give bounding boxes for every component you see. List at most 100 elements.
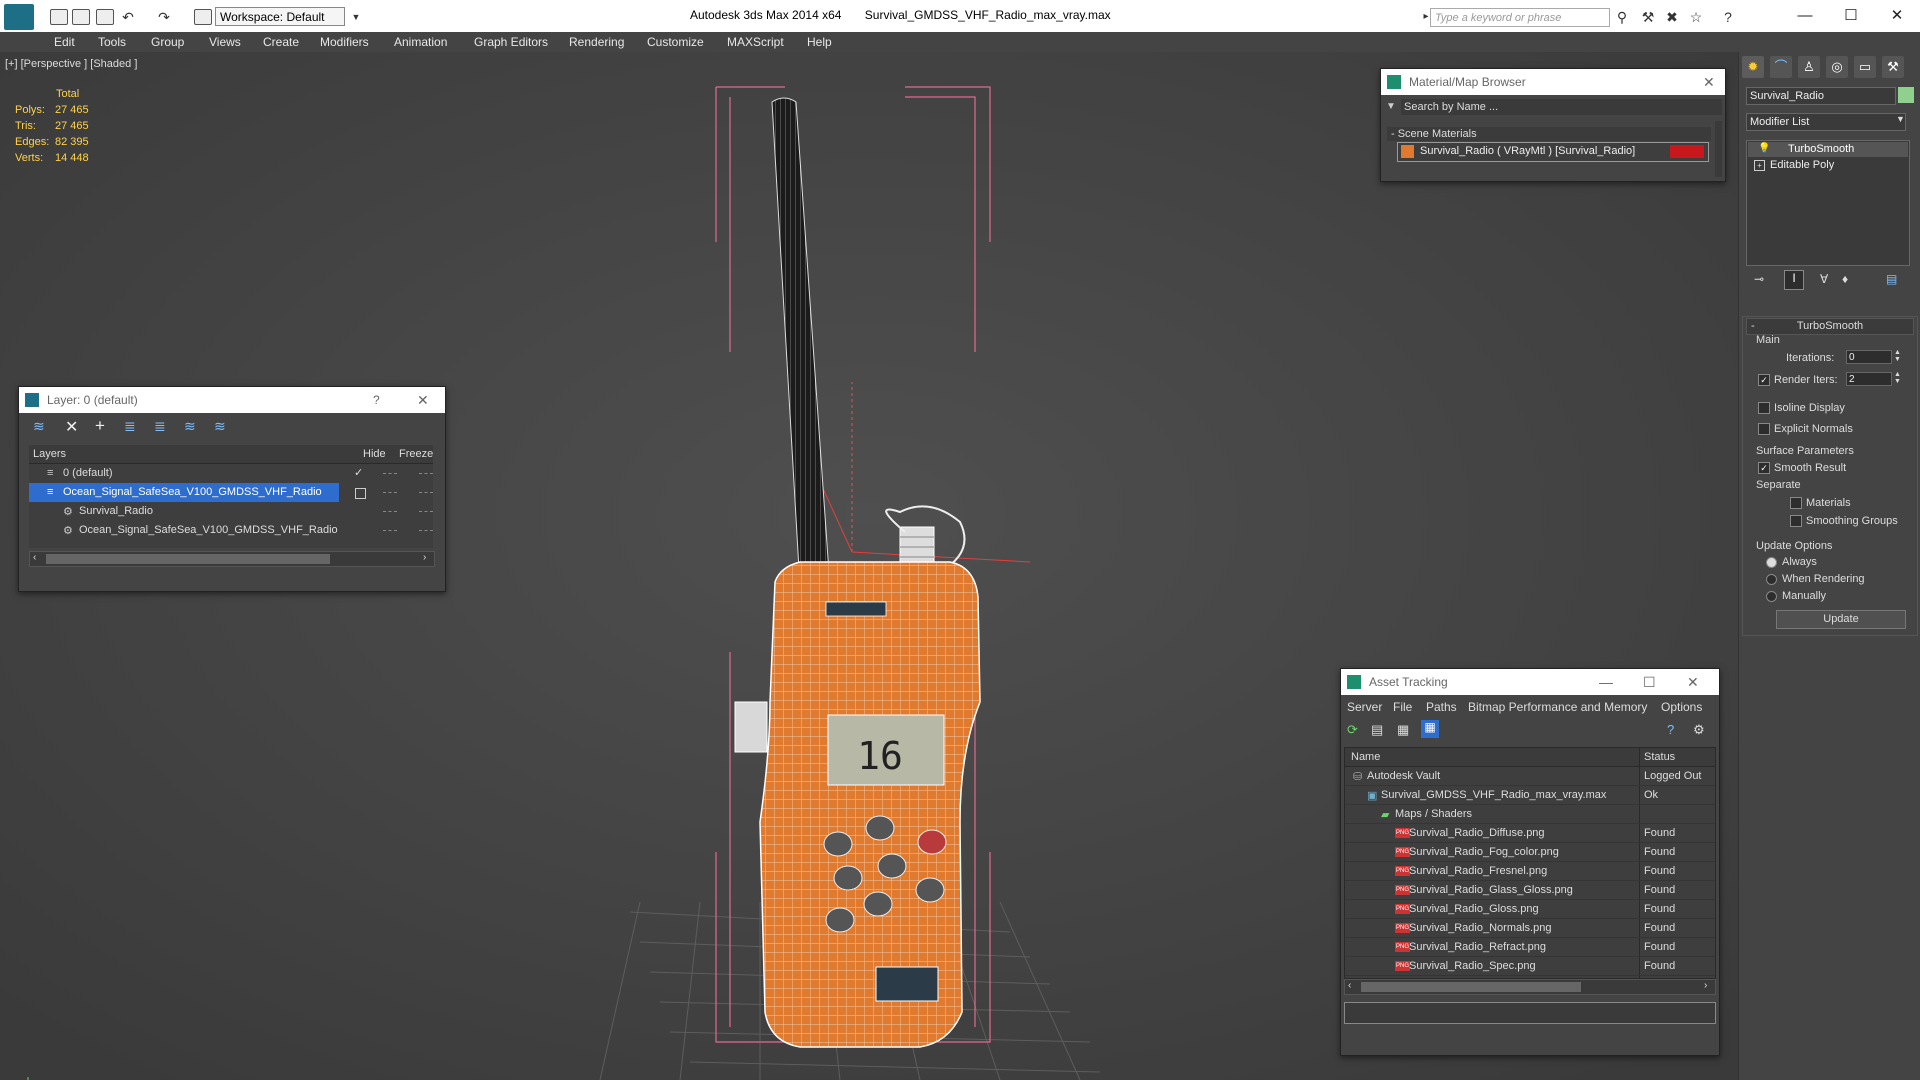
keyword-search-input[interactable]: Type a keyword or phrase [1430, 8, 1610, 27]
material-browser-close-icon[interactable]: ✕ [1703, 69, 1715, 95]
hide-toggle[interactable] [383, 511, 397, 512]
col-name[interactable]: Name [1351, 751, 1380, 763]
asset-menu-options[interactable]: Options [1661, 700, 1702, 714]
rollout-collapse-icon[interactable]: - [1751, 319, 1755, 334]
turbosmooth-rollout-header[interactable]: - TurboSmooth [1746, 318, 1914, 335]
asset-row[interactable]: ▰ Maps / Shaders [1345, 805, 1715, 824]
undo-icon[interactable]: ↶ [120, 9, 136, 25]
asset-row[interactable]: ⛁ Autodesk Vault Logged Out [1345, 767, 1715, 786]
freeze-toggle[interactable] [419, 530, 433, 531]
layer-row[interactable]: ⚙ Ocean_Signal_SafeSea_V100_GMDSS_VHF_Ra… [29, 521, 433, 540]
search-options-icon[interactable]: ▼ [1386, 101, 1396, 112]
object-name-field[interactable]: Survival_Radio [1746, 87, 1896, 105]
col-status[interactable]: Status [1644, 751, 1675, 763]
stack-item-turbosmooth[interactable]: 💡 TurboSmooth [1748, 142, 1908, 157]
render-iters-spinner-arrows[interactable]: ▲ ▼ [1894, 371, 1901, 385]
layer-row[interactable]: ⚙ Survival_Radio [29, 502, 433, 521]
scroll-right-icon[interactable]: › [1704, 980, 1707, 991]
asset-menu-paths[interactable]: Paths [1426, 700, 1457, 714]
scroll-thumb[interactable] [46, 554, 330, 564]
menu-edit[interactable]: Edit [54, 35, 75, 49]
modifier-list-dropdown[interactable]: Modifier List [1746, 113, 1906, 131]
maximize-button[interactable]: ☐ [1828, 4, 1874, 28]
modifier-list-chevron-icon[interactable]: ▼ [1896, 114, 1905, 124]
isoline-display-checkbox[interactable] [1758, 402, 1770, 414]
asset-row[interactable]: PNG Survival_Radio_Normals.png Found [1345, 919, 1715, 938]
freeze-toggle[interactable] [419, 492, 433, 493]
update-manually-radio[interactable] [1766, 591, 1777, 602]
close-button[interactable]: ✕ [1874, 4, 1920, 28]
pin-stack-icon[interactable]: ⊸ [1754, 272, 1764, 286]
stack-item-editable-poly[interactable]: + Editable Poly [1748, 158, 1908, 173]
menu-create[interactable]: Create [263, 35, 299, 49]
scroll-left-icon[interactable]: ‹ [1348, 980, 1351, 991]
asset-row[interactable]: ▣ Survival_GMDSS_VHF_Radio_max_vray.max Ok [1345, 786, 1715, 805]
asset-menu-server[interactable]: Server [1347, 700, 1382, 714]
expand-icon[interactable]: + [1754, 160, 1765, 171]
material-scrollbar[interactable] [1715, 121, 1722, 177]
asset-menu-bitmap-performance[interactable]: Bitmap Performance and Memory [1468, 700, 1647, 714]
separate-materials-checkbox[interactable] [1790, 497, 1802, 509]
communication-icon[interactable]: ✖ [1664, 9, 1680, 25]
layer-freeze-all-icon[interactable]: ≋ [214, 418, 226, 435]
scene-materials-section[interactable]: - Scene Materials [1387, 127, 1711, 141]
menu-group[interactable]: Group [151, 35, 184, 49]
layer-row[interactable]: ≡ 0 (default) ✓ [29, 464, 433, 483]
app-logo-icon[interactable] [4, 4, 34, 30]
active-layer-box[interactable] [355, 488, 366, 499]
material-browser-titlebar[interactable]: Material/Map Browser ✕ [1381, 69, 1725, 95]
layer-window-titlebar[interactable]: Layer: 0 (default) ? ✕ [19, 387, 445, 413]
workspace-dropdown[interactable]: Workspace: Default [215, 7, 345, 26]
layer-delete-icon[interactable]: ✕ [65, 417, 78, 437]
hide-toggle[interactable] [383, 473, 397, 474]
layer-hide-all-icon[interactable]: ≋ [184, 418, 196, 435]
asset-row[interactable]: PNG Survival_Radio_Refract.png Found [1345, 938, 1715, 957]
menu-modifiers[interactable]: Modifiers [320, 35, 369, 49]
table-view-icon[interactable]: ▦ [1421, 720, 1439, 738]
update-button[interactable]: Update [1776, 610, 1906, 629]
display-tab-icon[interactable]: ▭ [1854, 56, 1876, 78]
show-end-result-icon[interactable]: I [1784, 270, 1804, 290]
render-iters-spinner[interactable]: 2 [1846, 372, 1892, 386]
scroll-thumb[interactable] [1361, 982, 1581, 992]
utilities-tab-icon[interactable]: ⚒ [1882, 56, 1904, 78]
configure-sets-icon[interactable]: ▤ [1886, 272, 1897, 286]
asset-row[interactable]: PNG Survival_Radio_Fog_color.png Found [1345, 843, 1715, 862]
menu-rendering[interactable]: Rendering [569, 35, 624, 49]
project-folder-icon[interactable] [194, 9, 212, 25]
asset-help-icon[interactable]: ? [1667, 722, 1674, 737]
modifier-bulb-icon[interactable]: 💡 [1758, 143, 1770, 154]
layer-help-icon[interactable]: ? [373, 387, 380, 413]
create-tab-icon[interactable]: ✹ [1742, 56, 1764, 78]
refresh-icon[interactable]: ⟳ [1347, 722, 1358, 738]
new-file-icon[interactable] [50, 9, 68, 25]
subscription-icon[interactable]: ⚒ [1640, 9, 1656, 25]
col-layers[interactable]: Layers [33, 448, 66, 460]
motion-tab-icon[interactable]: ◎ [1826, 56, 1848, 78]
menu-views[interactable]: Views [209, 35, 241, 49]
freeze-toggle[interactable] [419, 473, 433, 474]
active-check-icon[interactable]: ✓ [354, 466, 363, 479]
asset-path-field[interactable] [1344, 1002, 1716, 1024]
layer-row[interactable]: ≡ Ocean_Signal_SafeSea_V100_GMDSS_VHF_Ra… [29, 483, 339, 502]
smooth-result-checkbox[interactable]: ✓ [1758, 462, 1770, 474]
asset-row[interactable]: PNG Survival_Radio_Gloss.png Found [1345, 900, 1715, 919]
menu-animation[interactable]: Animation [394, 35, 447, 49]
col-freeze[interactable]: Freeze [399, 448, 433, 460]
make-unique-icon[interactable]: ∀ [1820, 272, 1828, 286]
remove-modifier-icon[interactable]: ♦ [1842, 272, 1848, 286]
hide-toggle[interactable] [383, 492, 397, 493]
viewport-label[interactable]: [+] [Perspective ] [Shaded ] [5, 58, 137, 70]
explicit-normals-checkbox[interactable] [1758, 423, 1770, 435]
menu-graph-editors[interactable]: Graph Editors [474, 35, 548, 49]
layer-new-icon[interactable]: ≋ [33, 418, 45, 435]
help-icon[interactable]: ? [1720, 9, 1736, 25]
freeze-toggle[interactable] [419, 511, 433, 512]
separate-smoothing-groups-checkbox[interactable] [1790, 515, 1802, 527]
asset-maximize-icon[interactable]: ☐ [1643, 669, 1656, 695]
asset-minimize-icon[interactable]: — [1599, 669, 1613, 695]
asset-row[interactable]: PNG Survival_Radio_Fresnel.png Found [1345, 862, 1715, 881]
asset-row[interactable]: PNG Survival_Radio_Spec.png Found [1345, 957, 1715, 976]
material-search-input[interactable]: Search by Name ... [1401, 99, 1722, 115]
asset-tracking-titlebar[interactable]: Asset Tracking — ☐ ✕ [1341, 669, 1719, 695]
